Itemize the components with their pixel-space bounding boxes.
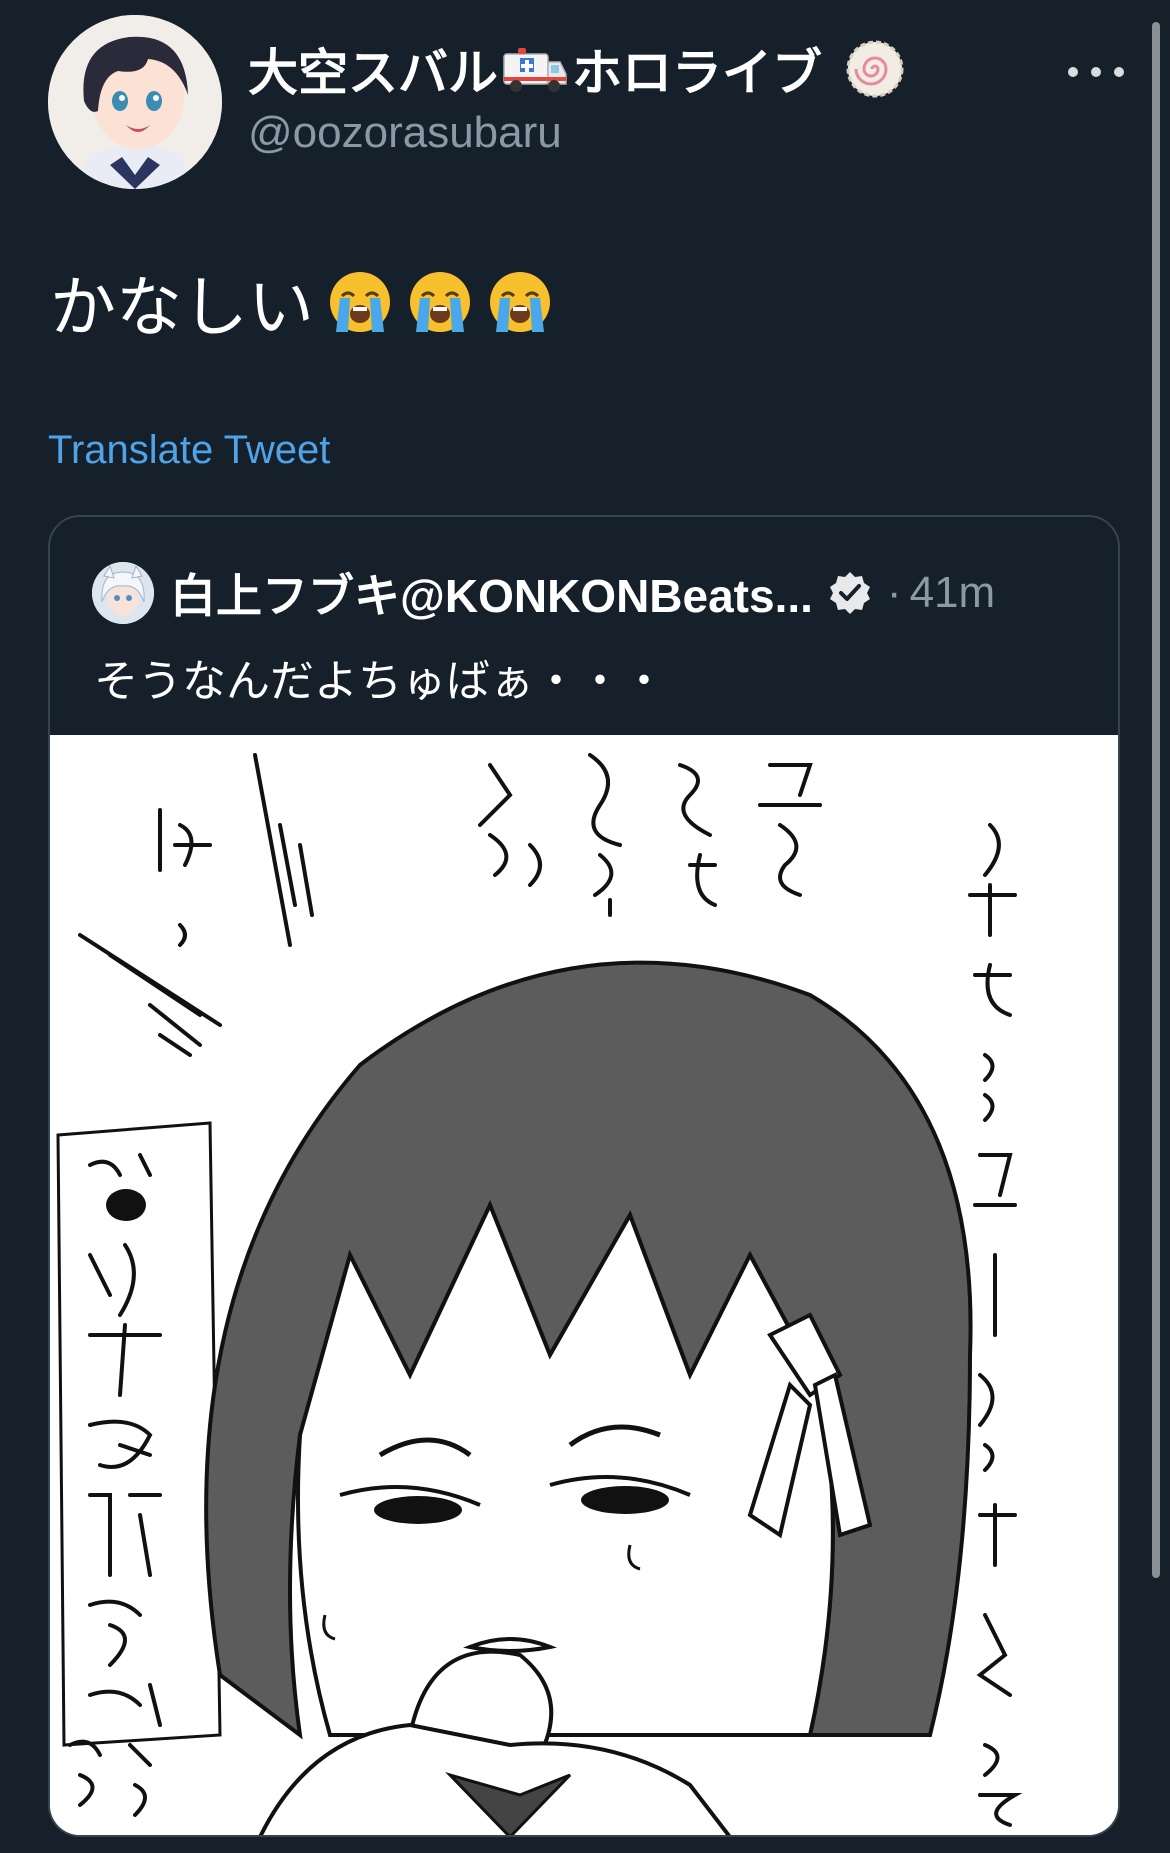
more-dot (1068, 67, 1078, 77)
tweet-page: 大空スバル ホロライブ @oozorasubaru かなしい Translate… (0, 0, 1170, 1853)
author-name-row[interactable]: 大空スバル ホロライブ (248, 36, 904, 102)
loudly-crying-face-icon (406, 268, 474, 336)
more-dot (1091, 67, 1101, 77)
translate-tweet-link[interactable]: Translate Tweet (48, 428, 330, 473)
tweet-text-content: かなしい (50, 270, 314, 344)
more-dot (1114, 67, 1124, 77)
manga-illustration-image[interactable] (50, 735, 1118, 1835)
quoted-tweet-text: そうなんだよちゅばぁ・・・ (94, 657, 666, 706)
quoted-author-avatar[interactable] (92, 562, 154, 624)
quoted-author-name[interactable]: 白上フブキ@KONKONBeats... (170, 560, 813, 626)
manga-drawing (50, 735, 1118, 1835)
narutomaki-badge-icon (846, 40, 904, 98)
avatar-image (48, 15, 222, 189)
quoted-tweet-card[interactable]: 白上フブキ@KONKONBeats... · 41m そうなんだよちゅばぁ・・・ (48, 515, 1120, 1837)
author-display-name: 大空スバル (248, 45, 498, 101)
author-name-suffix: ホロライブ (572, 45, 822, 101)
author-handle[interactable]: @oozorasubaru (248, 108, 562, 158)
quoted-timestamp[interactable]: 41m (910, 568, 996, 618)
verified-badge-icon (827, 570, 873, 616)
quoted-avatar-image (92, 562, 154, 624)
more-options-icon[interactable] (1068, 52, 1124, 92)
quoted-separator: · (886, 568, 902, 617)
scrollbar-thumb[interactable] (1152, 22, 1160, 1578)
loudly-crying-face-icon (326, 268, 394, 336)
loudly-crying-face-icon (486, 268, 554, 336)
ambulance-icon (502, 44, 568, 94)
author-avatar[interactable] (48, 15, 222, 189)
quoted-header: 白上フブキ@KONKONBeats... · 41m (170, 561, 995, 625)
tweet-text: かなしい (50, 262, 554, 344)
